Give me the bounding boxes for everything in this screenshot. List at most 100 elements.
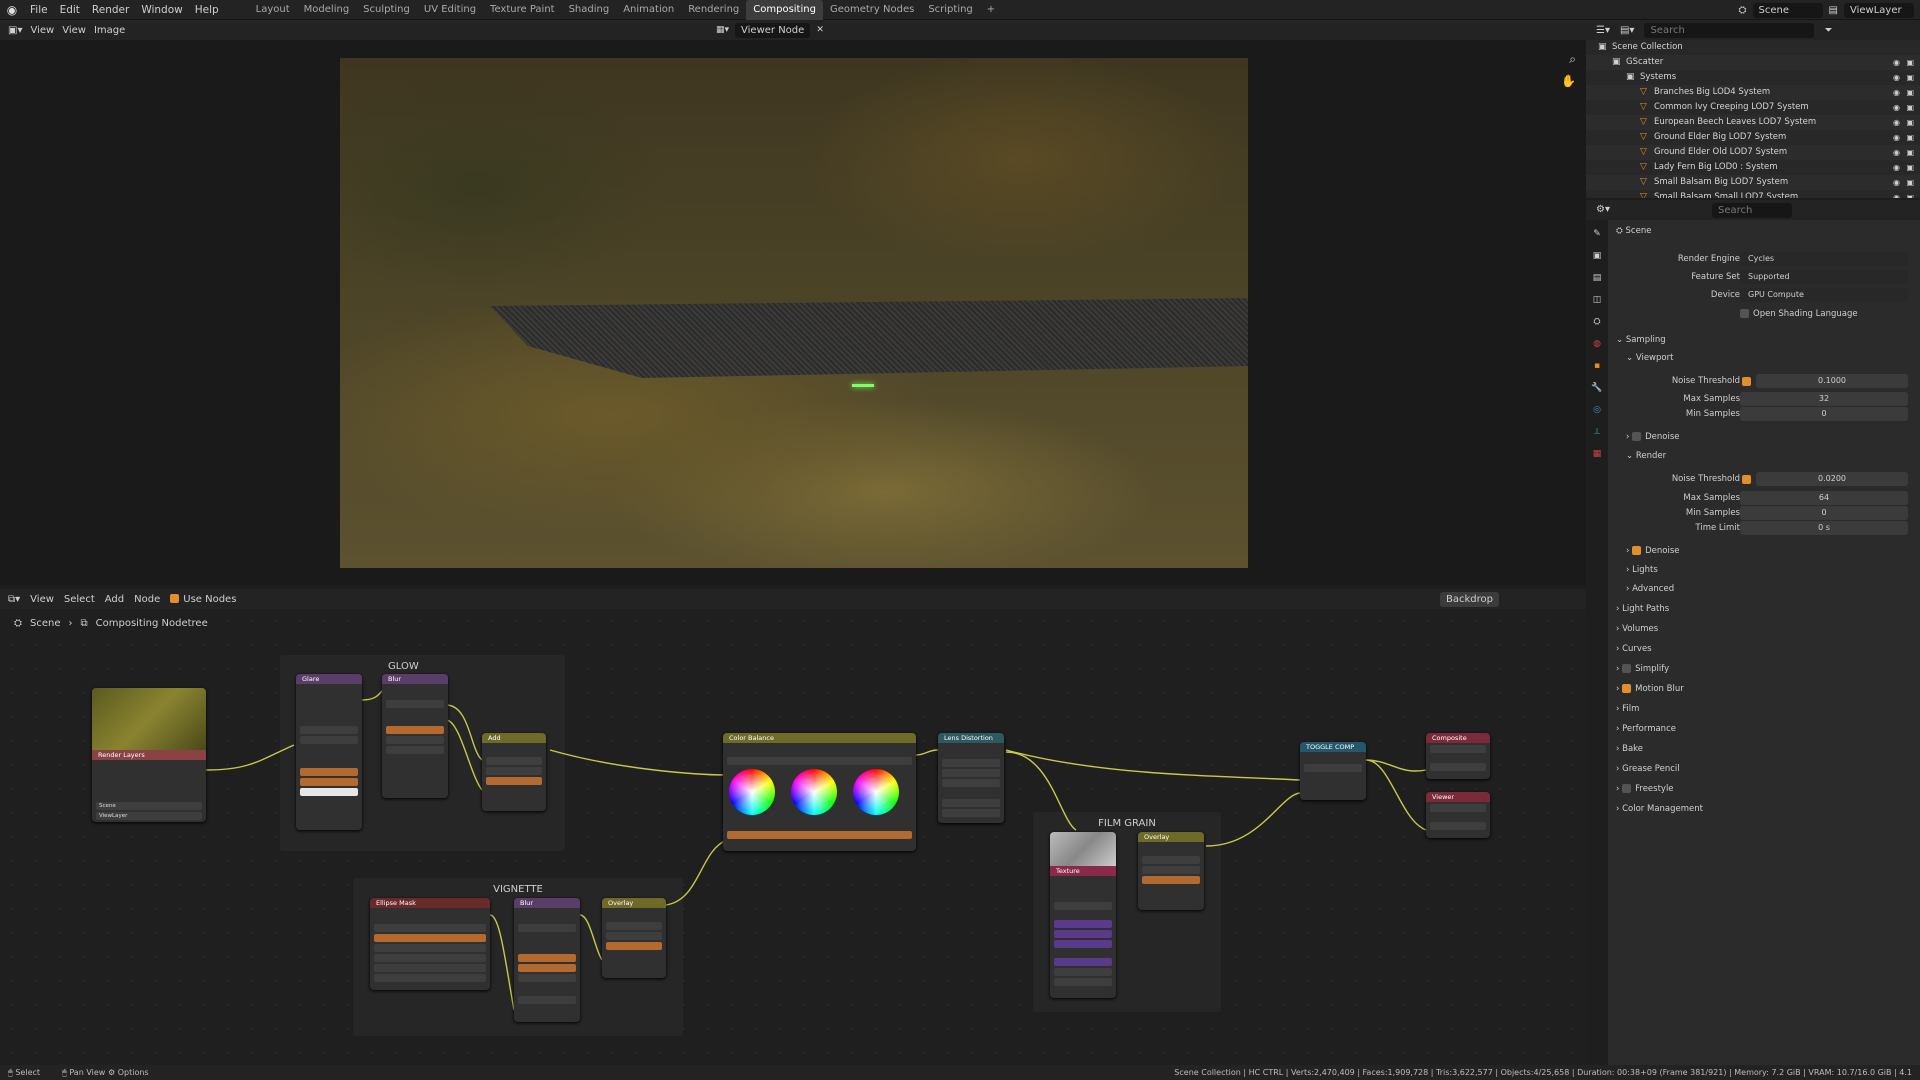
render-layers-layer-field[interactable]: ViewLayer xyxy=(96,812,202,820)
texture-offset-y-field[interactable] xyxy=(1054,930,1112,938)
add-blend-field[interactable] xyxy=(486,757,542,765)
render-camera-icon[interactable]: ▣ xyxy=(1906,190,1914,198)
section-performance[interactable]: › Performance xyxy=(1616,720,1912,738)
node-blur-vignette[interactable]: Blur xyxy=(514,898,580,1022)
viewer-use-alpha-field[interactable] xyxy=(1430,804,1486,812)
visibility-eye-icon[interactable]: ◉ xyxy=(1893,190,1900,198)
add-clamp-field[interactable] xyxy=(486,767,542,775)
blur-vignette-size-field[interactable] xyxy=(518,996,576,1004)
node-viewer[interactable]: Viewer xyxy=(1426,792,1490,838)
visibility-eye-icon[interactable]: ◉ xyxy=(1893,100,1900,115)
render-camera-icon[interactable]: ▣ xyxy=(1906,55,1914,70)
outliner-row[interactable]: ▽ Ground Elder Old LOD7 System ◉ ▣ xyxy=(1586,145,1920,160)
render-camera-icon[interactable]: ▣ xyxy=(1906,145,1914,160)
visibility-eye-icon[interactable]: ◉ xyxy=(1893,85,1900,100)
texture-scale-z-field[interactable] xyxy=(1054,978,1112,986)
blur-type-field[interactable] xyxy=(386,700,444,708)
filter-icon[interactable]: ⏷ xyxy=(1824,25,1832,36)
node-toggle-comp[interactable]: TOGGLE COMP xyxy=(1300,742,1366,800)
texture-offset-x-field[interactable] xyxy=(1054,920,1112,928)
feature-set-dropdown[interactable]: Supported xyxy=(1740,270,1908,284)
visibility-eye-icon[interactable]: ◉ xyxy=(1893,70,1900,85)
scene-icon[interactable]: ⛭ xyxy=(1739,5,1747,16)
texture-tab-icon[interactable]: ▦ xyxy=(1591,448,1603,460)
visibility-eye-icon[interactable]: ◉ xyxy=(1893,55,1900,70)
r-time-field[interactable]: 0 s xyxy=(1740,521,1908,535)
blur-size-x-field[interactable] xyxy=(386,726,444,734)
glare-type-field[interactable] xyxy=(300,726,358,734)
overlay-grain-blend-field[interactable] xyxy=(1142,856,1200,864)
scene-selector[interactable]: Scene xyxy=(1752,2,1823,18)
composite-alpha-field[interactable] xyxy=(1430,763,1486,771)
modifier-tab-icon[interactable]: 🔧 xyxy=(1591,382,1603,394)
visibility-eye-icon[interactable]: ◉ xyxy=(1893,115,1900,130)
composite-use-alpha-field[interactable] xyxy=(1430,745,1486,753)
advanced-subsection[interactable]: › Advanced xyxy=(1626,580,1920,598)
blur-size-y-field[interactable] xyxy=(386,736,444,744)
view-layer-tab-icon[interactable]: ◫ xyxy=(1591,294,1603,306)
visibility-eye-icon[interactable]: ◉ xyxy=(1893,130,1900,145)
node-color-balance[interactable]: Color Balance xyxy=(723,733,916,851)
render-subsection[interactable]: ⌄ Render xyxy=(1626,447,1920,465)
ellipse-value-field[interactable] xyxy=(374,974,486,982)
section-bake[interactable]: › Bake xyxy=(1616,740,1912,758)
outliner-row[interactable]: ▽ European Beech Leaves LOD7 System ◉ ▣ xyxy=(1586,115,1920,130)
outliner-row[interactable]: ▽ Small Balsam Big LOD7 System ◉ ▣ xyxy=(1586,175,1920,190)
viewer-alpha-field[interactable] xyxy=(1430,822,1486,830)
lights-subsection[interactable]: › Lights xyxy=(1626,561,1920,579)
blur-vignette-type-field[interactable] xyxy=(518,924,576,932)
node-ellipse-mask[interactable]: Ellipse Mask xyxy=(370,898,490,990)
vp-noise-checkbox[interactable] xyxy=(1742,377,1751,386)
node-lens-distortion[interactable]: Lens Distortion xyxy=(938,733,1004,823)
outliner-row[interactable]: ▽ Branches Big LOD4 System ◉ ▣ xyxy=(1586,85,1920,100)
blur-vignette-size-x-field[interactable] xyxy=(518,954,576,962)
r-noise-checkbox[interactable] xyxy=(1742,475,1751,484)
r-denoise-subsection[interactable]: › Denoise xyxy=(1626,542,1920,560)
outliner-row[interactable]: ▽ Small Balsam Small LOD7 System ◉ ▣ xyxy=(1586,190,1920,198)
viewport-subsection[interactable]: ⌄ Viewport xyxy=(1626,349,1920,367)
overlay-vignette-clamp-field[interactable] xyxy=(606,932,662,940)
sampling-section[interactable]: ⌄ Sampling xyxy=(1616,331,1912,349)
node-composite[interactable]: Composite xyxy=(1426,733,1490,779)
lens-dispersion-field[interactable] xyxy=(942,809,1000,817)
view-layer-selector[interactable]: ViewLayer xyxy=(1844,2,1914,18)
section-curves[interactable]: › Curves xyxy=(1616,640,1912,658)
outliner-row[interactable]: ▣ GScatter ◉ ▣ xyxy=(1586,55,1920,70)
outliner-row[interactable]: ▽ Lady Fern Big LOD0 : System ◉ ▣ xyxy=(1586,160,1920,175)
lens-jitter-field[interactable] xyxy=(942,769,1000,777)
physics-tab-icon[interactable]: ◎ xyxy=(1591,404,1603,416)
node-overlay-vignette[interactable]: Overlay xyxy=(602,898,666,978)
overlay-vignette-blend-field[interactable] xyxy=(606,922,662,930)
render-camera-icon[interactable]: ▣ xyxy=(1906,115,1914,130)
blur-vignette-size-y-field[interactable] xyxy=(518,964,576,972)
outliner-row[interactable]: ▣ Systems ◉ ▣ xyxy=(1586,70,1920,85)
section-grease-pencil[interactable]: › Grease Pencil xyxy=(1616,760,1912,778)
ellipse-rotation-field[interactable] xyxy=(374,944,486,952)
blur-vignette-extend-field[interactable] xyxy=(518,974,576,982)
outliner-row[interactable]: ▽ Ground Elder Big LOD7 System ◉ ▣ xyxy=(1586,130,1920,145)
glare-saturation-field[interactable] xyxy=(300,778,358,786)
section-simplify[interactable]: › Simplify xyxy=(1616,660,1912,678)
lens-distort-field[interactable] xyxy=(942,799,1000,807)
node-render-layers[interactable]: Render Layers Scene ViewLayer xyxy=(92,688,206,822)
render-camera-icon[interactable]: ▣ xyxy=(1906,100,1914,115)
section-light-paths[interactable]: › Light Paths xyxy=(1616,600,1912,618)
node-glare[interactable]: Glare xyxy=(296,674,362,830)
ellipse-size-field[interactable] xyxy=(374,934,486,942)
vp-max-field[interactable]: 32 xyxy=(1740,392,1908,406)
display-mode-icon[interactable]: ▤▾ xyxy=(1620,25,1634,36)
render-engine-dropdown[interactable]: Cycles xyxy=(1740,252,1908,266)
render-camera-icon[interactable]: ▣ xyxy=(1906,160,1914,175)
render-camera-icon[interactable]: ▣ xyxy=(1906,175,1914,190)
scene-tab-icon[interactable]: ⛭ xyxy=(1591,316,1603,328)
texture-scale-y-field[interactable] xyxy=(1054,968,1112,976)
lens-projector-field[interactable] xyxy=(942,759,1000,767)
blur-extend-field[interactable] xyxy=(386,746,444,754)
vp-noise-field[interactable]: 0.1000 xyxy=(1756,374,1908,388)
render-layers-scene-field[interactable]: Scene xyxy=(96,802,202,810)
render-camera-icon[interactable]: ▣ xyxy=(1906,70,1914,85)
ellipse-mask-type-field[interactable] xyxy=(374,954,486,962)
section-volumes[interactable]: › Volumes xyxy=(1616,620,1912,638)
section-color-management[interactable]: › Color Management xyxy=(1616,800,1912,818)
glare-strength-field[interactable] xyxy=(300,768,358,776)
